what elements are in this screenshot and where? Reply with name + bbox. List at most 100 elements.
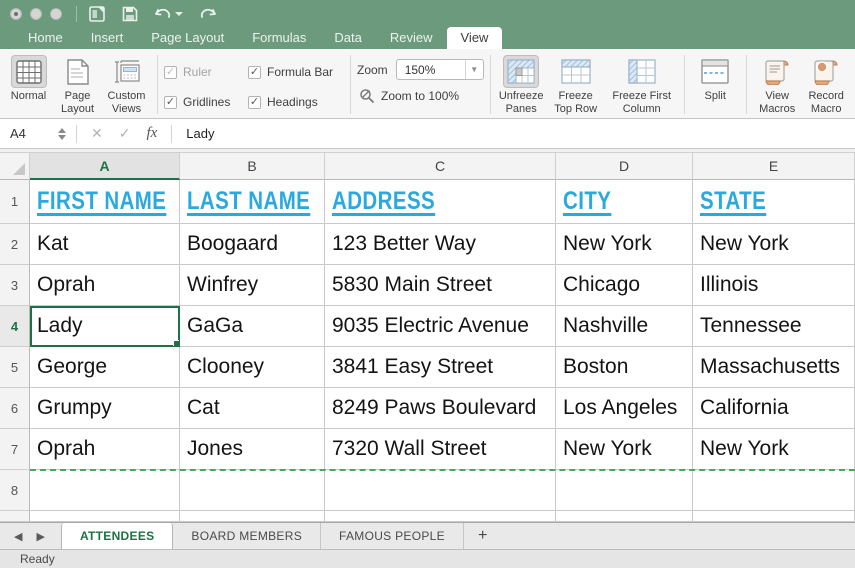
- sheet-nav-left-icon[interactable]: ◀: [14, 530, 22, 543]
- normal-view-button[interactable]: Normal: [4, 53, 53, 103]
- cell-a6[interactable]: Grumpy: [30, 388, 180, 429]
- row-header-6[interactable]: 6: [0, 388, 30, 429]
- tab-data[interactable]: Data: [320, 27, 375, 49]
- custom-views-button[interactable]: Custom Views: [102, 53, 151, 115]
- tab-page-layout[interactable]: Page Layout: [137, 27, 238, 49]
- cell-c8[interactable]: [325, 470, 556, 511]
- tab-view[interactable]: View: [446, 27, 503, 49]
- cell-d1[interactable]: CITY: [556, 180, 693, 224]
- row-header-2[interactable]: 2: [0, 224, 30, 265]
- freeze-first-column-button[interactable]: Freeze First Column: [606, 53, 678, 115]
- cell-e1[interactable]: STATE: [693, 180, 855, 224]
- cell-b9[interactable]: [180, 511, 325, 522]
- cell-b7[interactable]: Jones: [180, 429, 325, 470]
- cell-d6[interactable]: Los Angeles: [556, 388, 693, 429]
- zoom-to-100-button[interactable]: Zoom to 100%: [357, 88, 484, 104]
- cell-e3[interactable]: Illinois: [693, 265, 855, 306]
- row-header-3[interactable]: 3: [0, 265, 30, 306]
- cell-b4[interactable]: GaGa: [180, 306, 325, 347]
- cell-e2[interactable]: New York: [693, 224, 855, 265]
- cell-c6[interactable]: 8249 Paws Boulevard: [325, 388, 556, 429]
- column-header-c[interactable]: C: [325, 153, 556, 180]
- cell-a3[interactable]: Oprah: [30, 265, 180, 306]
- cell-d2[interactable]: New York: [556, 224, 693, 265]
- enter-icon[interactable]: ✓: [111, 125, 139, 142]
- tab-review[interactable]: Review: [376, 27, 447, 49]
- split-button[interactable]: Split: [691, 53, 740, 116]
- cell-a1[interactable]: FIRST NAME: [30, 180, 180, 224]
- freeze-top-row-button[interactable]: Freeze Top Row: [546, 53, 606, 115]
- redo-button[interactable]: [199, 7, 217, 21]
- unfreeze-panes-button[interactable]: Unfreeze Panes: [497, 53, 546, 115]
- tab-formulas[interactable]: Formulas: [238, 27, 320, 49]
- cell-b6[interactable]: Cat: [180, 388, 325, 429]
- cell-c2[interactable]: 123 Better Way: [325, 224, 556, 265]
- undo-button[interactable]: [154, 7, 183, 21]
- row-header-4[interactable]: 4: [0, 306, 30, 347]
- save-icon[interactable]: [122, 6, 138, 22]
- minimize-window-button[interactable]: [30, 7, 42, 20]
- row-header-5[interactable]: 5: [0, 347, 30, 388]
- add-sheet-button[interactable]: +: [464, 523, 501, 549]
- formula-bar-checkbox[interactable]: ✓ Formula Bar: [248, 65, 344, 79]
- zoom-dropdown[interactable]: 150% ▼: [395, 59, 484, 80]
- cell-a5[interactable]: George: [30, 347, 180, 388]
- cell-b1[interactable]: LAST NAME: [180, 180, 325, 224]
- column-header-d[interactable]: D: [556, 153, 693, 180]
- sheet-tab-board-members[interactable]: BOARD MEMBERS: [173, 523, 322, 549]
- page-layout-view-button[interactable]: Page Layout: [53, 53, 102, 115]
- column-header-b[interactable]: B: [180, 153, 325, 180]
- cell-e6[interactable]: California: [693, 388, 855, 429]
- column-header-e[interactable]: E: [693, 153, 855, 180]
- cell-e4[interactable]: Tennessee: [693, 306, 855, 347]
- sheet-tab-famous-people[interactable]: FAMOUS PEOPLE: [321, 523, 464, 549]
- row-header-9[interactable]: [0, 511, 30, 522]
- sheet-nav-right-icon[interactable]: ▶: [36, 530, 44, 543]
- record-macro-button[interactable]: Record Macro: [802, 53, 851, 115]
- cell-a2[interactable]: Kat: [30, 224, 180, 265]
- cell-b8[interactable]: [180, 470, 325, 511]
- zoom-window-button[interactable]: [50, 7, 62, 20]
- sheet-tab-attendees[interactable]: ATTENDEES: [60, 523, 174, 549]
- headings-checkbox[interactable]: ✓ Headings: [248, 95, 344, 109]
- cell-c1[interactable]: ADDRESS: [325, 180, 556, 224]
- new-workbook-icon[interactable]: [89, 5, 106, 22]
- cell-a7[interactable]: Oprah: [30, 429, 180, 470]
- close-window-button[interactable]: [10, 7, 22, 20]
- cell-d9[interactable]: [556, 511, 693, 522]
- row-header-1[interactable]: 1: [0, 180, 30, 224]
- cell-e7[interactable]: New York: [693, 429, 855, 470]
- cell-e8[interactable]: [693, 470, 855, 511]
- tab-insert[interactable]: Insert: [77, 27, 138, 49]
- tab-home[interactable]: Home: [14, 27, 77, 49]
- column-header-a[interactable]: A: [30, 153, 180, 180]
- cell-c3[interactable]: 5830 Main Street: [325, 265, 556, 306]
- view-macros-button[interactable]: View Macros: [753, 53, 802, 115]
- cell-d5[interactable]: Boston: [556, 347, 693, 388]
- undo-dropdown-caret[interactable]: [175, 11, 183, 16]
- cell-a8[interactable]: [30, 470, 180, 511]
- ruler-checkbox[interactable]: ✓ Ruler: [164, 65, 248, 79]
- name-box[interactable]: A4: [0, 126, 70, 141]
- formula-input[interactable]: Lady: [178, 126, 214, 141]
- cell-b5[interactable]: Clooney: [180, 347, 325, 388]
- row-header-8[interactable]: 8: [0, 470, 30, 511]
- cell-b2[interactable]: Boogaard: [180, 224, 325, 265]
- chevron-down-icon[interactable]: ▼: [464, 60, 483, 79]
- name-box-stepper[interactable]: [58, 127, 66, 140]
- cell-b3[interactable]: Winfrey: [180, 265, 325, 306]
- cell-d4[interactable]: Nashville: [556, 306, 693, 347]
- cell-d3[interactable]: Chicago: [556, 265, 693, 306]
- cell-c7[interactable]: 7320 Wall Street: [325, 429, 556, 470]
- select-all-button[interactable]: [0, 153, 30, 180]
- cell-c9[interactable]: [325, 511, 556, 522]
- cell-e5[interactable]: Massachusetts: [693, 347, 855, 388]
- row-header-7[interactable]: 7: [0, 429, 30, 470]
- insert-function-icon[interactable]: fx: [138, 125, 165, 142]
- gridlines-checkbox[interactable]: ✓ Gridlines: [164, 95, 248, 109]
- cell-e9[interactable]: [693, 511, 855, 522]
- cell-d8[interactable]: [556, 470, 693, 511]
- cell-a4-selected[interactable]: Lady: [30, 306, 180, 347]
- cell-d7[interactable]: New York: [556, 429, 693, 470]
- cancel-icon[interactable]: ✕: [83, 125, 111, 142]
